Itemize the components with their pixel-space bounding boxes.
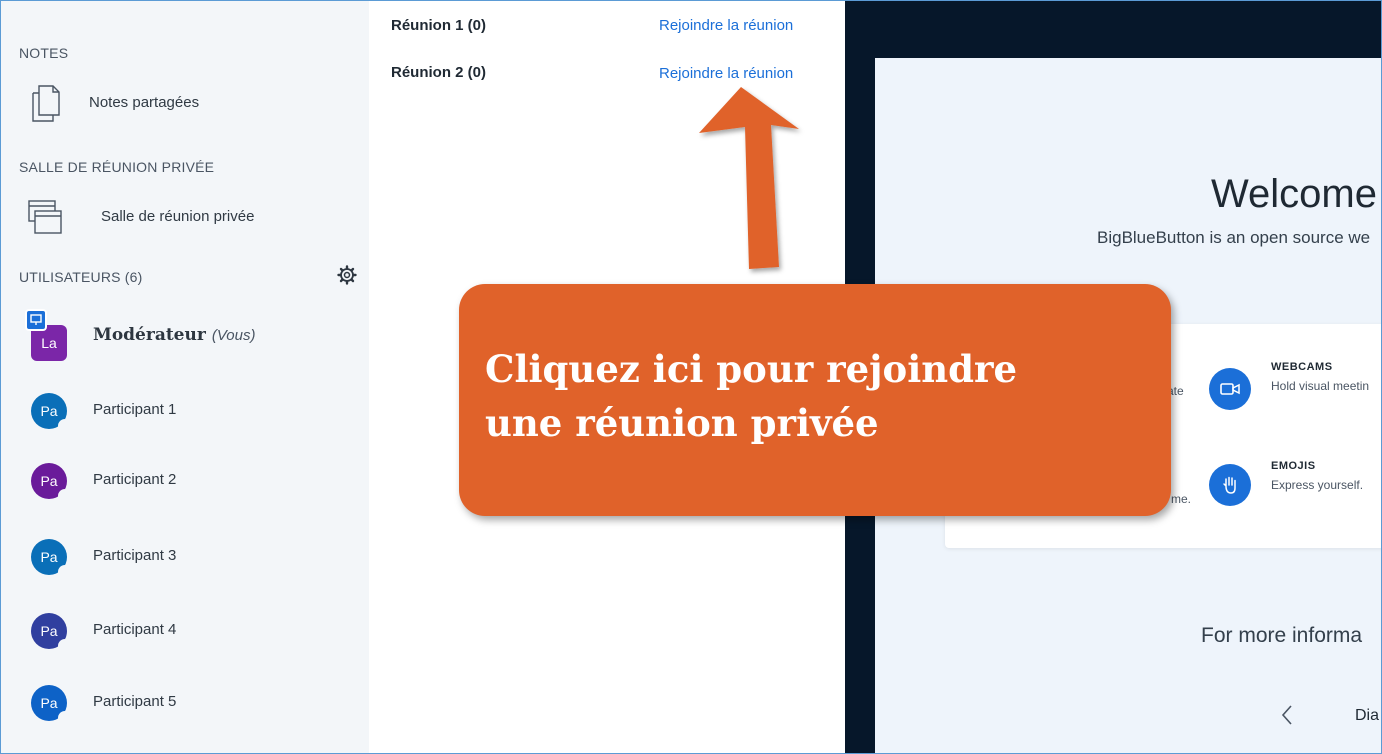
avatar: Pa xyxy=(31,393,72,433)
room-name: Réunion 1 (0) xyxy=(391,17,487,34)
feature-text-fragment: me. xyxy=(1171,492,1192,506)
avatar: Pa xyxy=(31,613,72,653)
avatar: Pa xyxy=(31,539,72,579)
avatar: Pa xyxy=(31,685,72,725)
instruction-callout: Cliquez ici pour rejoindre une réunion p… xyxy=(459,284,1171,516)
breakout-room-label: Salle de réunion privée xyxy=(101,208,255,225)
slide-selector[interactable]: Dia xyxy=(1355,707,1379,725)
notes-icon xyxy=(32,85,60,122)
welcome-title: Welcome T xyxy=(1211,172,1381,216)
join-room-link[interactable]: Rejoindre la réunion xyxy=(659,65,793,82)
user-name: Participant 2 xyxy=(93,471,177,488)
app-frame: NOTES Notes partagées SALLE DE RÉUNION P… xyxy=(0,0,1382,754)
user-row[interactable]: Pa Participant 2 xyxy=(1,453,369,509)
avatar-initials: Pa xyxy=(40,403,58,419)
user-row[interactable]: Pa Participant 1 xyxy=(1,383,369,439)
shared-notes-item[interactable]: Notes partagées xyxy=(1,77,369,129)
breakout-room-icon xyxy=(28,200,62,234)
user-name: Participant 3 xyxy=(93,547,177,564)
gear-icon[interactable] xyxy=(337,265,357,285)
notes-section-title: NOTES xyxy=(19,45,69,61)
more-info-text: For more informa xyxy=(1201,624,1363,647)
welcome-subtitle: BigBlueButton is an open source we xyxy=(1097,228,1371,247)
avatar: Pa xyxy=(31,463,72,503)
breakout-room-item[interactable]: Salle de réunion privée xyxy=(1,191,369,243)
callout-text: Cliquez ici pour rejoindre une réunion p… xyxy=(485,347,1018,445)
room-name: Réunion 2 (0) xyxy=(391,64,487,81)
avatar-initials: Pa xyxy=(40,623,58,639)
join-room-link[interactable]: Rejoindre la réunion xyxy=(659,17,793,34)
avatar-initials: La xyxy=(41,335,57,351)
user-name: Participant 1 xyxy=(93,401,177,418)
moderator-name-text: Modérateur xyxy=(93,325,206,345)
presenter-icon xyxy=(25,309,47,331)
moderator-name: Modérateur (Vous) xyxy=(93,325,255,345)
avatar-initials: Pa xyxy=(40,549,58,565)
webcam-icon xyxy=(1209,368,1251,410)
shared-notes-label: Notes partagées xyxy=(89,94,200,111)
user-name: Participant 4 xyxy=(93,621,177,638)
you-label: (Vous) xyxy=(211,327,256,344)
user-row[interactable]: Pa Participant 5 xyxy=(1,675,369,731)
avatar-initials: Pa xyxy=(40,473,58,489)
feature-description: Hold visual meetin xyxy=(1271,379,1370,393)
feature-title: WEBCAMS xyxy=(1271,361,1333,373)
user-row-moderator[interactable]: La Modérateur (Vous) xyxy=(1,309,369,367)
arrow-up-icon xyxy=(699,87,799,269)
users-section-title: UTILISATEURS (6) xyxy=(19,269,143,285)
feature-description: Express yourself. xyxy=(1271,478,1364,492)
chevron-left-icon[interactable] xyxy=(1277,703,1297,727)
sidebar: NOTES Notes partagées SALLE DE RÉUNION P… xyxy=(1,1,369,753)
user-row[interactable]: Pa Participant 3 xyxy=(1,529,369,585)
slide-controls xyxy=(875,691,1381,753)
feature-title: EMOJIS xyxy=(1271,460,1316,472)
hand-icon xyxy=(1209,464,1251,506)
user-row[interactable]: Pa Participant 4 xyxy=(1,603,369,659)
breakout-section-title: SALLE DE RÉUNION PRIVÉE xyxy=(19,159,215,175)
user-name: Participant 5 xyxy=(93,693,177,710)
avatar-initials: Pa xyxy=(40,695,58,711)
